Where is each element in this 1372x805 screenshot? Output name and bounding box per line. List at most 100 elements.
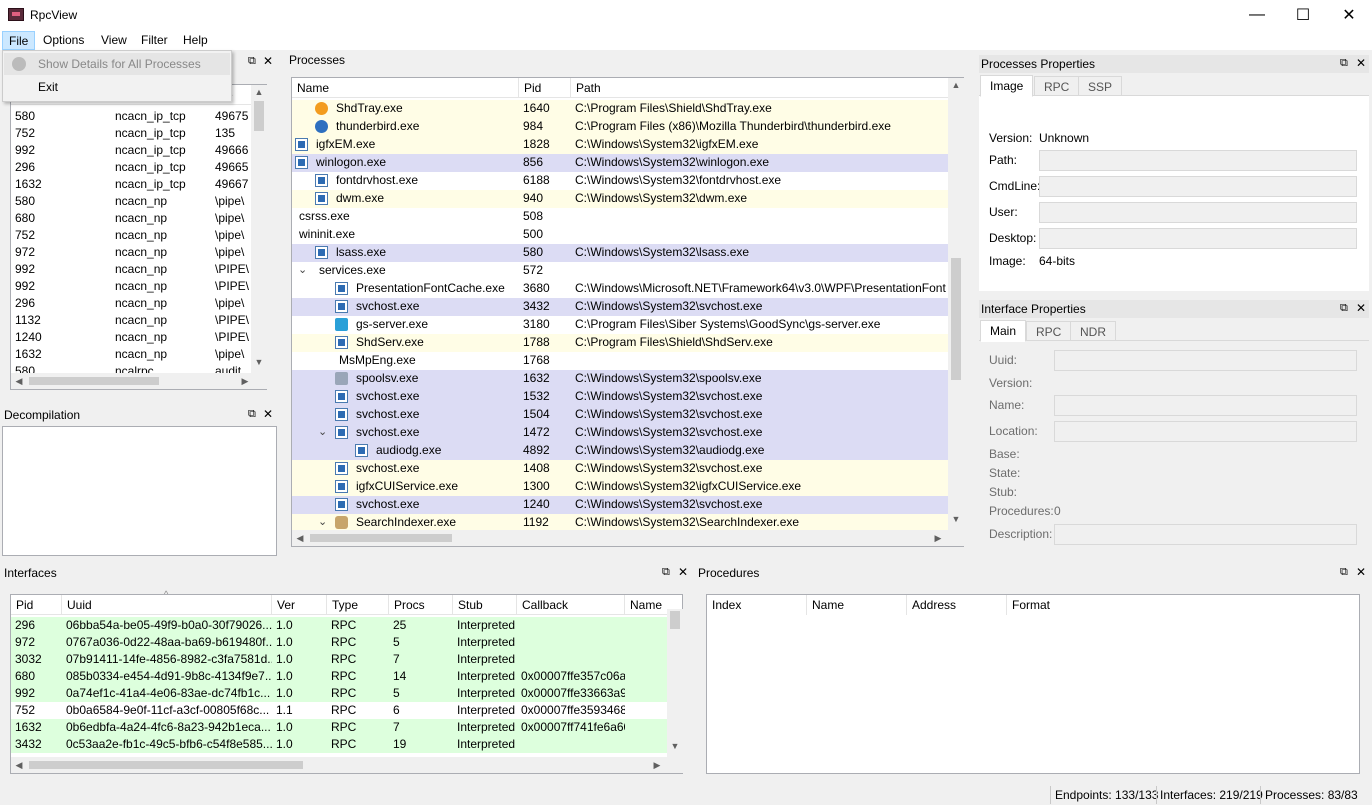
tab-rpc[interactable]: RPC — [1026, 321, 1072, 341]
interface-row[interactable]: 992 0a74ef1c-41a4-4e06-83ae-dc74fb1c... 1.… — [11, 685, 667, 702]
close-panel-icon[interactable]: ✕ — [263, 407, 273, 421]
close-panel-icon[interactable]: ✕ — [263, 54, 273, 68]
process-row[interactable]: PresentationFontCache.exe 3680 C:\Windows\… — [292, 280, 948, 298]
process-row[interactable]: svchost.exe 1504 C:\Windows\System32\svcho… — [292, 406, 948, 424]
endpoint-row[interactable]: 1632 ncacn_ip_tcp 49667 — [11, 176, 251, 193]
procedures-col-format[interactable]: Format — [1007, 595, 1107, 615]
decompilation-view[interactable] — [2, 426, 277, 556]
expand-chevron-icon[interactable]: ⌄ — [318, 515, 327, 528]
process-row[interactable]: MsMpEng.exe 1768 — [292, 352, 948, 370]
interfaces-col-ver[interactable]: Ver — [272, 595, 327, 615]
menu-view[interactable]: View — [95, 31, 133, 50]
close-panel-icon[interactable]: ✕ — [1356, 565, 1366, 579]
float-panel-icon[interactable]: ⧉ — [1340, 566, 1348, 579]
menu-options[interactable]: Options — [37, 31, 90, 50]
close-panel-icon[interactable]: ✕ — [1356, 301, 1366, 315]
processes-col-name[interactable]: Name — [292, 78, 519, 98]
process-row[interactable]: lsass.exe 580 C:\Windows\System32\lsass.ex… — [292, 244, 948, 262]
process-row[interactable]: thunderbird.exe 984 C:\Program Files (x86)… — [292, 118, 948, 136]
endpoint-row[interactable]: 972 ncacn_np \pipe\ — [11, 244, 251, 261]
name-field[interactable] — [1054, 395, 1357, 416]
processes-col-pid[interactable]: Pid — [519, 78, 571, 98]
expand-chevron-icon[interactable]: ⌄ — [318, 425, 327, 438]
interfaces-hscrollbar[interactable]: ◀ ▶ — [11, 757, 683, 773]
process-row[interactable]: gs-server.exe 3180 C:\Program Files\Siber … — [292, 316, 948, 334]
endpoint-row[interactable]: 296 ncacn_ip_tcp 49665 — [11, 159, 251, 176]
menu-filter[interactable]: Filter — [135, 31, 174, 50]
interfaces-vscrollbar[interactable]: ▼ — [667, 609, 683, 757]
tab-main[interactable]: Main — [980, 320, 1027, 342]
interfaces-col-callback[interactable]: Callback — [517, 595, 625, 615]
process-row[interactable]: svchost.exe 1240 C:\Windows\System32\svcho… — [292, 496, 948, 514]
location-field[interactable] — [1054, 421, 1357, 442]
desktop-field[interactable] — [1039, 228, 1357, 249]
menu-help[interactable]: Help — [177, 31, 214, 50]
interface-row[interactable]: 3432 0c53aa2e-fb1c-49c5-bfb6-c54f8e585...… — [11, 736, 667, 753]
endpoints-hscrollbar[interactable]: ◀ ▶ — [11, 373, 267, 389]
tab-ndr[interactable]: NDR — [1070, 321, 1116, 341]
endpoint-row[interactable]: 580 ncacn_np \pipe\ — [11, 193, 251, 210]
process-row[interactable]: spoolsv.exe 1632 C:\Windows\System32\spool… — [292, 370, 948, 388]
process-row[interactable]: svchost.exe 1532 C:\Windows\System32\svcho… — [292, 388, 948, 406]
expand-chevron-icon[interactable]: ⌄ — [298, 263, 307, 276]
cmdline-field[interactable] — [1039, 176, 1357, 197]
endpoint-row[interactable]: 752 ncacn_ip_tcp 135 — [11, 125, 251, 142]
path-field[interactable] — [1039, 150, 1357, 171]
tab-image[interactable]: Image — [980, 75, 1034, 97]
interface-row[interactable]: 296 06bba54a-be05-49f9-b0a0-30f79026... 1.… — [11, 617, 667, 634]
procedures-col-name[interactable]: Name — [807, 595, 907, 615]
tab-rpc[interactable]: RPC — [1034, 76, 1080, 96]
interfaces-col-type[interactable]: Type — [327, 595, 389, 615]
process-row[interactable]: wininit.exe 500 — [292, 226, 948, 244]
float-panel-icon[interactable]: ⧉ — [248, 55, 256, 68]
process-row[interactable]: csrss.exe 508 — [292, 208, 948, 226]
process-row[interactable]: audiodg.exe 4892 C:\Windows\System32\audio… — [292, 442, 948, 460]
endpoint-row[interactable]: 992 ncacn_ip_tcp 49666 — [11, 142, 251, 159]
process-row[interactable]: ⌄ svchost.exe 1472 C:\Windows\System32\svch… — [292, 424, 948, 442]
interface-row[interactable]: 752 0b0a6584-9e0f-11cf-a3cf-00805f68c... 1… — [11, 702, 667, 719]
interfaces-col-pid[interactable]: Pid — [11, 595, 62, 615]
interfaces-col-stub[interactable]: Stub — [453, 595, 517, 615]
process-row[interactable]: ShdServ.exe 1788 C:\Program Files\Shield\S… — [292, 334, 948, 352]
interface-row[interactable]: 972 0767a036-0d22-48aa-ba69-b619480f... 1.… — [11, 634, 667, 651]
close-button[interactable]: ✕ — [1326, 0, 1372, 30]
endpoints-vscrollbar[interactable]: ▲ ▼ — [251, 85, 267, 373]
processes-col-path[interactable]: Path — [571, 78, 948, 98]
process-row[interactable]: igfxCUIService.exe 1300 C:\Windows\System3… — [292, 478, 948, 496]
process-row[interactable]: winlogon.exe 856 C:\Windows\System32\winlo… — [292, 154, 948, 172]
endpoint-row[interactable]: 580 ncacn_ip_tcp 49675 — [11, 108, 251, 125]
endpoint-row[interactable]: 296 ncacn_np \pipe\ — [11, 295, 251, 312]
procedures-col-index[interactable]: Index — [707, 595, 807, 615]
process-row[interactable]: ⌄ services.exe 572 — [292, 262, 948, 280]
processes-hscrollbar[interactable]: ◀ ▶ — [292, 530, 964, 546]
process-row[interactable]: svchost.exe 1408 C:\Windows\System32\svcho… — [292, 460, 948, 478]
processes-vscrollbar[interactable]: ▲ ▼ — [948, 78, 964, 530]
interface-row[interactable]: 1632 0b6edbfa-4a24-4fc6-8a23-942b1eca... 1… — [11, 719, 667, 736]
float-panel-icon[interactable]: ⧉ — [1340, 57, 1348, 70]
tab-ssp[interactable]: SSP — [1078, 76, 1123, 96]
minimize-button[interactable]: — — [1234, 0, 1280, 30]
process-row[interactable]: dwm.exe 940 C:\Windows\System32\dwm.exe — [292, 190, 948, 208]
endpoint-row[interactable]: 680 ncacn_np \pipe\ — [11, 210, 251, 227]
endpoint-row[interactable]: 752 ncacn_np \pipe\ — [11, 227, 251, 244]
maximize-button[interactable]: ☐ — [1280, 0, 1326, 30]
process-row[interactable]: ShdTray.exe 1640 C:\Program Files\Shield\S… — [292, 100, 948, 118]
interface-row[interactable]: 680 085b0334-e454-4d91-9b8c-4134f9e7... 1.… — [11, 668, 667, 685]
description-field[interactable] — [1054, 524, 1357, 545]
interfaces-col-uuid[interactable]: Uuid — [62, 595, 272, 615]
menu-file[interactable]: File — [2, 31, 36, 50]
float-panel-icon[interactable]: ⧉ — [1340, 302, 1348, 315]
procedures-col-address[interactable]: Address — [907, 595, 1007, 615]
interfaces-col-procs[interactable]: Procs — [389, 595, 453, 615]
interfaces-col-name[interactable]: Name — [625, 595, 667, 615]
endpoint-row[interactable]: 1632 ncacn_np \pipe\ — [11, 346, 251, 363]
endpoint-row[interactable]: 1240 ncacn_np \PIPE\ — [11, 329, 251, 346]
uuid-field[interactable] — [1054, 350, 1357, 371]
endpoint-row[interactable]: 992 ncacn_np \PIPE\ — [11, 278, 251, 295]
menu-item-show-details[interactable]: Show Details for All Processes — [4, 53, 230, 75]
float-panel-icon[interactable]: ⧉ — [662, 566, 670, 579]
menu-item-exit[interactable]: Exit — [4, 76, 230, 98]
process-row[interactable]: svchost.exe 3432 C:\Windows\System32\svcho… — [292, 298, 948, 316]
endpoint-row[interactable]: 1132 ncacn_np \PIPE\ — [11, 312, 251, 329]
process-row[interactable]: igfxEM.exe 1828 C:\Windows\System32\igfxEM… — [292, 136, 948, 154]
